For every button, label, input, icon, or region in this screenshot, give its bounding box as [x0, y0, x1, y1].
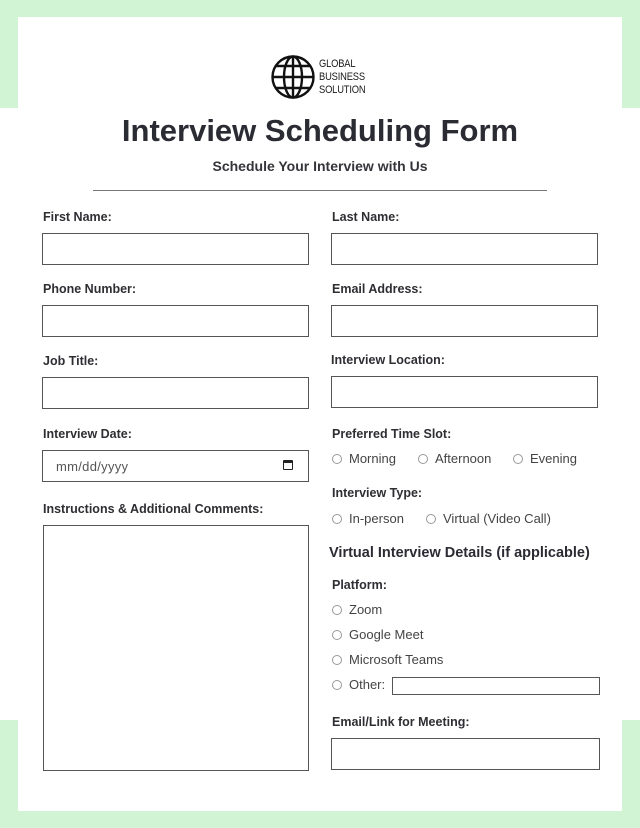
- radio-in-person[interactable]: In-person: [332, 511, 404, 526]
- job-title-label: Job Title:: [43, 354, 99, 368]
- decor-band-top: [0, 0, 640, 17]
- decor-corner-top-left: [0, 0, 18, 108]
- radio-label: In-person: [349, 511, 404, 526]
- location-label: Interview Location:: [331, 353, 445, 367]
- radio-label: Evening: [530, 451, 577, 466]
- header-divider: [93, 190, 547, 191]
- comments-label: Instructions & Additional Comments:: [43, 502, 264, 516]
- radio-google-meet[interactable]: Google Meet: [332, 627, 423, 642]
- time-slot-label: Preferred Time Slot:: [332, 427, 452, 441]
- decor-band-bottom: [0, 811, 640, 828]
- first-name-input[interactable]: [42, 233, 309, 265]
- globe-icon: [271, 55, 315, 99]
- radio-zoom[interactable]: Zoom: [332, 602, 382, 617]
- radio-circle-icon[interactable]: [426, 513, 436, 524]
- radio-label: Microsoft Teams: [349, 652, 444, 667]
- date-placeholder: mm/dd/yyyy: [56, 459, 129, 474]
- last-name-input[interactable]: [331, 233, 598, 265]
- radio-circle-icon[interactable]: [332, 629, 342, 640]
- decor-corner-bottom-right: [622, 720, 640, 828]
- radio-label: Virtual (Video Call): [443, 511, 551, 526]
- page-subtitle: Schedule Your Interview with Us: [212, 158, 428, 174]
- radio-circle-icon[interactable]: [332, 604, 342, 615]
- radio-circle-icon[interactable]: [513, 453, 523, 464]
- radio-circle-icon[interactable]: [332, 453, 342, 464]
- virtual-details-heading: Virtual Interview Details (if applicable…: [329, 545, 590, 561]
- phone-label: Phone Number:: [43, 282, 137, 296]
- email-input[interactable]: [331, 305, 598, 337]
- comments-textarea[interactable]: [43, 525, 309, 771]
- radio-afternoon[interactable]: Afternoon: [418, 451, 491, 466]
- interview-type-label: Interview Type:: [332, 486, 423, 500]
- first-name-label: First Name:: [43, 210, 112, 224]
- date-input[interactable]: mm/dd/yyyy: [42, 450, 309, 482]
- email-label: Email Address:: [332, 282, 423, 296]
- other-platform-input[interactable]: [392, 677, 600, 695]
- logo-text: GLOBAL BUSINESS SOLUTION: [319, 57, 366, 97]
- radio-circle-icon[interactable]: [332, 513, 342, 524]
- logo-line-3: SOLUTION: [319, 83, 366, 96]
- radio-other[interactable]: Other:: [332, 677, 385, 692]
- decor-corner-bottom-left: [0, 720, 18, 828]
- date-label: Interview Date:: [43, 427, 132, 441]
- last-name-label: Last Name:: [332, 210, 400, 224]
- company-logo: GLOBAL BUSINESS SOLUTION: [270, 54, 374, 100]
- phone-input[interactable]: [42, 305, 309, 337]
- radio-circle-icon[interactable]: [332, 654, 342, 665]
- radio-morning[interactable]: Morning: [332, 451, 396, 466]
- location-input[interactable]: [331, 376, 598, 408]
- radio-label: Afternoon: [435, 451, 492, 466]
- radio-label: Other:: [349, 677, 386, 692]
- logo-line-1: GLOBAL: [319, 57, 356, 70]
- platform-label: Platform:: [332, 578, 387, 592]
- calendar-icon[interactable]: [283, 460, 293, 470]
- decor-corner-top-right: [622, 0, 640, 108]
- radio-label: Zoom: [349, 602, 383, 617]
- radio-microsoft-teams[interactable]: Microsoft Teams: [332, 652, 443, 667]
- radio-circle-icon[interactable]: [418, 453, 428, 464]
- radio-circle-icon[interactable]: [332, 679, 342, 690]
- meeting-link-input[interactable]: [331, 738, 600, 770]
- logo-line-2: BUSINESS: [319, 70, 365, 83]
- meeting-link-label: Email/Link for Meeting:: [332, 715, 470, 729]
- radio-virtual[interactable]: Virtual (Video Call): [426, 511, 551, 526]
- job-title-input[interactable]: [42, 377, 309, 409]
- radio-evening[interactable]: Evening: [513, 451, 577, 466]
- radio-label: Google Meet: [349, 627, 424, 642]
- page-title: Interview Scheduling Form: [121, 113, 519, 148]
- radio-label: Morning: [349, 451, 396, 466]
